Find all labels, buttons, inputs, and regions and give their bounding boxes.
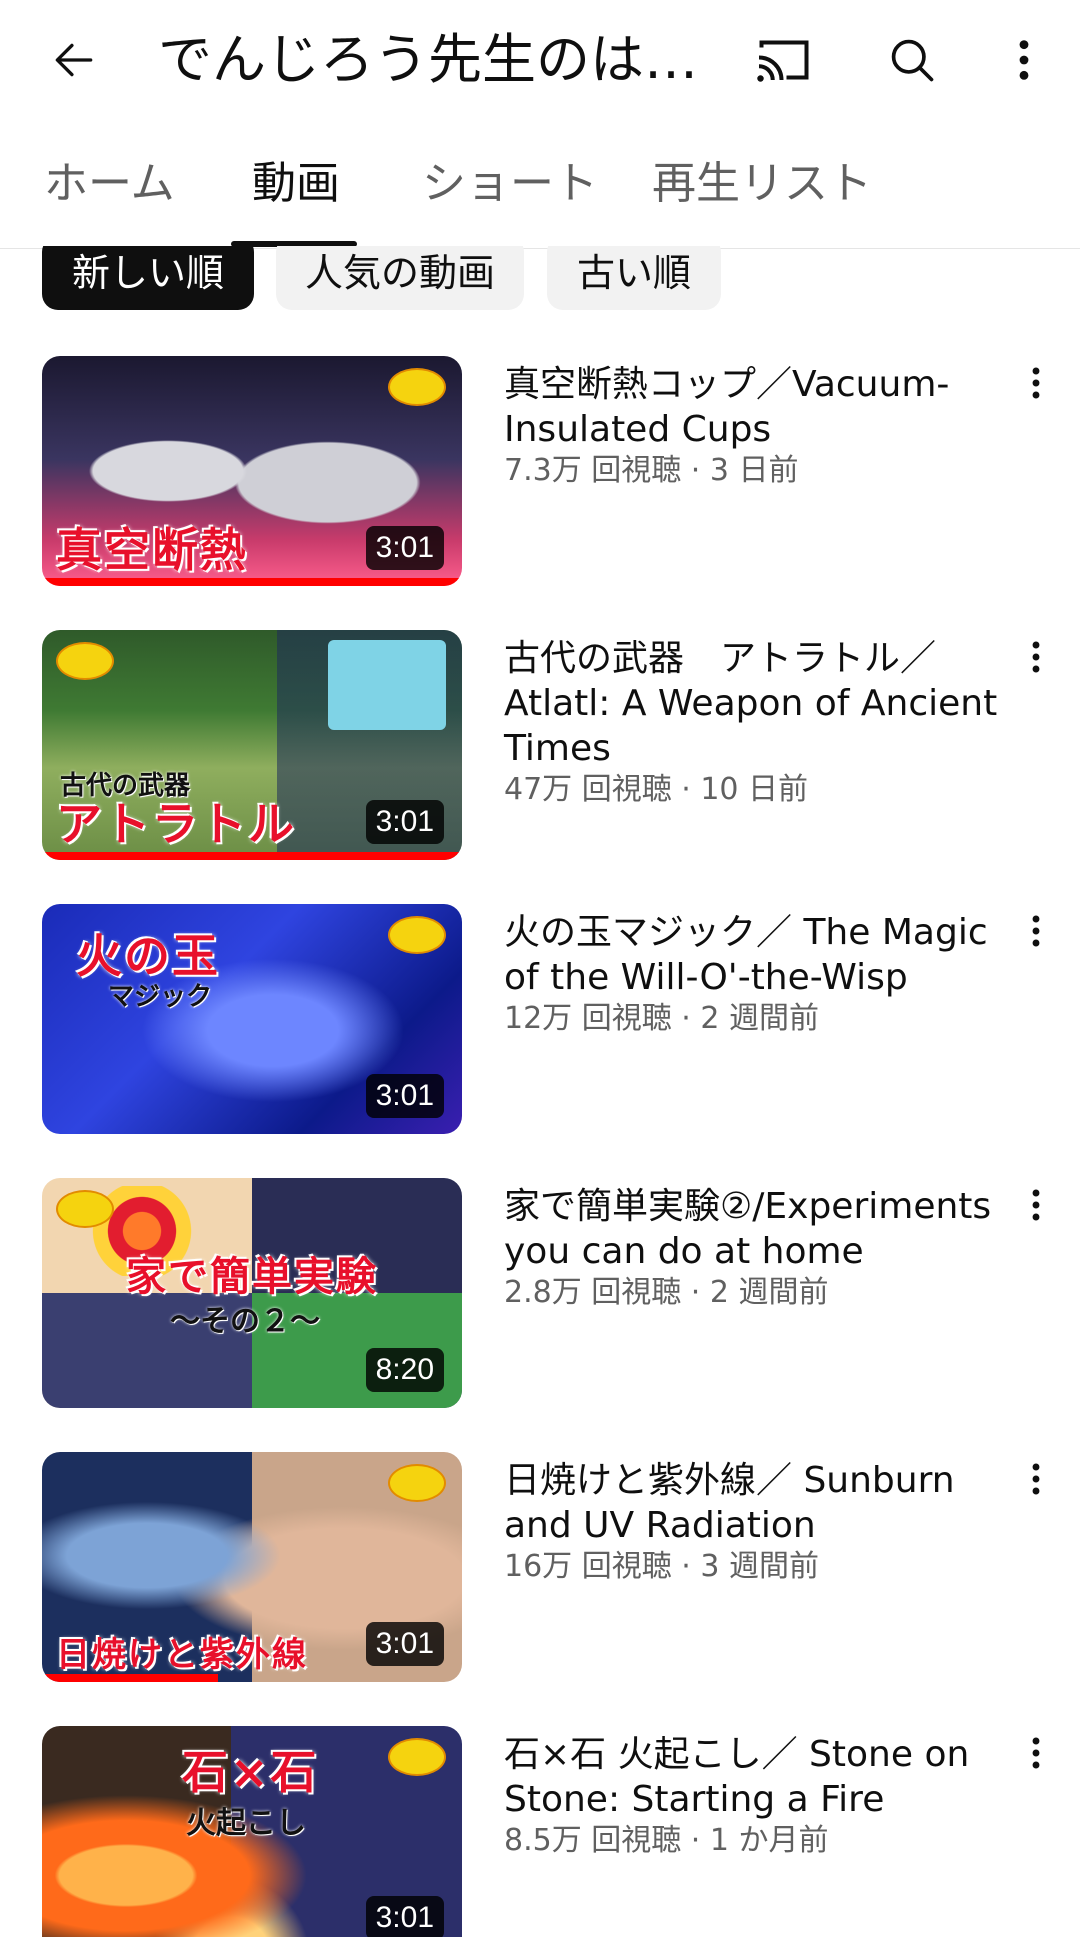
youtube-channel-videos-screen: でんじろう先生のは… ホーム 動画 ショート 再生リスト 新しい順 人気の動画 … xyxy=(0,0,1080,1937)
back-button[interactable] xyxy=(34,22,114,98)
watched-progress-bar xyxy=(42,1674,219,1682)
more-vertical-icon xyxy=(1032,1189,1040,1221)
video-meta: 古代の武器 アトラトル／Atlatl: A Weapon of Ancient … xyxy=(504,636,1004,809)
video-list: 真空断熱 3:01 真空断熱コップ／Vacuum-Insulated Cups … xyxy=(0,356,1080,1937)
video-thumbnail[interactable]: 石×石 火起こし 3:01 xyxy=(42,1726,462,1937)
channel-title: でんじろう先生のは… xyxy=(158,28,698,91)
video-thumbnail[interactable]: 家で簡単実験 ～その２～ 8:20 xyxy=(42,1178,462,1408)
video-stats: 8.5万 回視聴 · 1 か月前 xyxy=(504,1823,829,1858)
tab-home[interactable]: ホーム xyxy=(44,154,175,214)
video-thumbnail[interactable]: 真空断熱 3:01 xyxy=(42,356,462,586)
tab-videos[interactable]: 動画 xyxy=(252,154,340,214)
video-thumbnail[interactable]: 日焼けと紫外線 3:01 xyxy=(42,1452,462,1682)
thumbnail-subcaption: 火起こし xyxy=(186,1806,306,1841)
chip-popular[interactable]: 人気の動画 xyxy=(276,246,524,310)
video-options-button[interactable] xyxy=(1016,356,1056,410)
video-list-item[interactable]: 真空断熱 3:01 真空断熱コップ／Vacuum-Insulated Cups … xyxy=(0,356,1080,630)
video-title[interactable]: 火の玉マジック／ The Magic of the Will-O'-the-Wi… xyxy=(504,910,1004,1000)
video-list-item[interactable]: 家で簡単実験 ～その２～ 8:20 家で簡単実験②/Experiments yo… xyxy=(0,1178,1080,1452)
show-logo-icon xyxy=(388,1464,446,1502)
more-vertical-icon xyxy=(1032,1463,1040,1495)
video-duration: 3:01 xyxy=(365,800,444,844)
video-meta: 真空断熱コップ／Vacuum-Insulated Cups 7.3万 回視聴 ·… xyxy=(504,362,1004,490)
video-duration: 8:20 xyxy=(365,1348,444,1392)
video-thumbnail[interactable]: 火の玉 マジック 3:01 xyxy=(42,904,462,1134)
video-duration: 3:01 xyxy=(365,1896,444,1937)
search-button[interactable] xyxy=(872,22,952,98)
chip-oldest[interactable]: 古い順 xyxy=(547,246,721,310)
thumbnail-caption: 日焼けと紫外線 xyxy=(56,1635,308,1675)
more-vertical-icon xyxy=(1032,367,1040,399)
video-stats: 7.3万 回視聴 · 3 日前 xyxy=(504,453,799,488)
video-meta: 火の玉マジック／ The Magic of the Will-O'-the-Wi… xyxy=(504,910,1004,1038)
video-stats: 2.8万 回視聴 · 2 週間前 xyxy=(504,1275,829,1310)
thumbnail-caption: 家で簡単実験 xyxy=(126,1254,378,1300)
top-app-bar: でんじろう先生のは… xyxy=(0,0,1080,120)
more-options-button[interactable] xyxy=(1002,22,1046,98)
watched-progress-bar xyxy=(42,578,462,586)
more-vertical-icon xyxy=(1032,1737,1040,1769)
sort-chips: 新しい順 人気の動画 古い順 xyxy=(0,246,1080,318)
arrow-left-icon xyxy=(55,43,93,77)
search-icon xyxy=(891,39,934,82)
video-title[interactable]: 古代の武器 アトラトル／Atlatl: A Weapon of Ancient … xyxy=(504,636,1004,771)
video-thumbnail[interactable]: 古代の武器 アトラトル 3:01 xyxy=(42,630,462,860)
video-title[interactable]: 真空断熱コップ／Vacuum-Insulated Cups xyxy=(504,362,1004,452)
more-vertical-icon xyxy=(1019,40,1029,80)
video-list-item[interactable]: 火の玉 マジック 3:01 火の玉マジック／ The Magic of the … xyxy=(0,904,1080,1178)
chip-newest[interactable]: 新しい順 xyxy=(42,246,254,310)
video-meta: 日焼けと紫外線／ Sunburn and UV Radiation 16万 回視… xyxy=(504,1458,1004,1586)
show-logo-icon xyxy=(56,642,114,680)
video-options-button[interactable] xyxy=(1016,904,1056,958)
video-options-button[interactable] xyxy=(1016,1726,1056,1780)
tab-shorts[interactable]: ショート xyxy=(422,154,598,214)
channel-tabs: ホーム 動画 ショート 再生リスト xyxy=(0,140,1080,249)
watched-progress-bar xyxy=(42,852,462,860)
thumbnail-caption: 真空断熱 xyxy=(56,523,248,577)
video-title[interactable]: 日焼けと紫外線／ Sunburn and UV Radiation xyxy=(504,1458,1004,1548)
video-duration: 3:01 xyxy=(365,1622,444,1666)
show-logo-icon xyxy=(56,1190,114,1228)
video-duration: 3:01 xyxy=(365,1074,444,1118)
thumbnail-subcaption: ～その２～ xyxy=(170,1304,320,1339)
show-logo-icon xyxy=(388,1738,446,1776)
video-list-item[interactable]: 石×石 火起こし 3:01 石×石 火起こし／ Stone on Stone: … xyxy=(0,1726,1080,1937)
video-meta: 石×石 火起こし／ Stone on Stone: Starting a Fir… xyxy=(504,1732,1004,1860)
more-vertical-icon xyxy=(1032,641,1040,673)
video-title[interactable]: 石×石 火起こし／ Stone on Stone: Starting a Fir… xyxy=(504,1732,1004,1822)
thumbnail-caption: 石×石 xyxy=(182,1745,319,1799)
show-logo-icon xyxy=(388,916,446,954)
thumbnail-subcaption: マジック xyxy=(108,982,213,1012)
video-options-button[interactable] xyxy=(1016,1452,1056,1506)
video-options-button[interactable] xyxy=(1016,630,1056,684)
thumbnail-caption: アトラトル xyxy=(56,797,296,851)
video-stats: 12万 回視聴 · 2 週間前 xyxy=(504,1001,819,1036)
video-list-item[interactable]: 古代の武器 アトラトル 3:01 古代の武器 アトラトル／Atlatl: A W… xyxy=(0,630,1080,904)
more-vertical-icon xyxy=(1032,915,1040,947)
video-duration: 3:01 xyxy=(365,526,444,570)
video-stats: 16万 回視聴 · 3 週間前 xyxy=(504,1549,819,1584)
video-list-item[interactable]: 日焼けと紫外線 3:01 日焼けと紫外線／ Sunburn and UV Rad… xyxy=(0,1452,1080,1726)
video-title[interactable]: 家で簡単実験②/Experiments you can do at home xyxy=(504,1184,1004,1274)
video-options-button[interactable] xyxy=(1016,1178,1056,1232)
cast-button[interactable] xyxy=(742,22,826,98)
tab-playlists[interactable]: 再生リスト xyxy=(652,154,872,214)
video-meta: 家で簡単実験②/Experiments you can do at home 2… xyxy=(504,1184,1004,1312)
show-logo-icon xyxy=(388,368,446,406)
cast-icon xyxy=(757,40,809,82)
video-stats: 47万 回視聴 · 10 日前 xyxy=(504,772,809,807)
